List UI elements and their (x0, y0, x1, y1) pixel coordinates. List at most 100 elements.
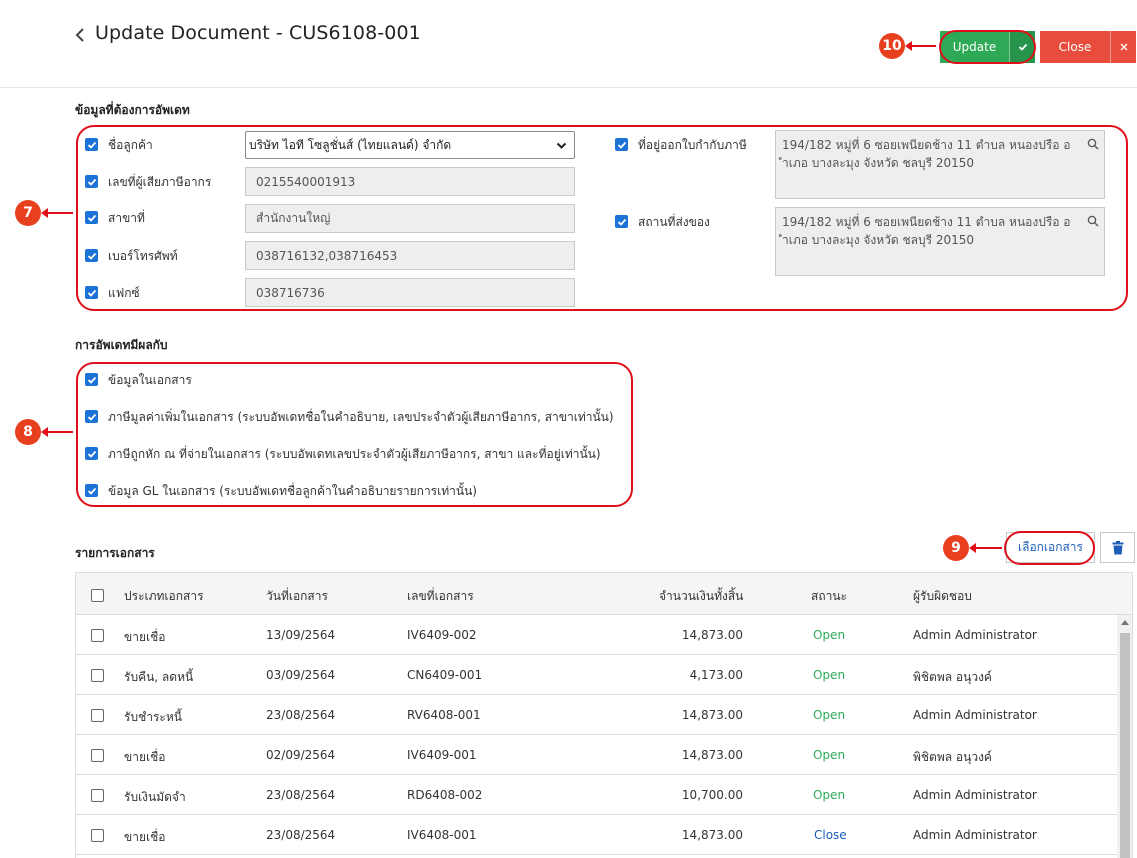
label-customer-name: ชื่อลูกค้า (108, 138, 153, 152)
cell-owner: Admin Administrator (913, 628, 1037, 642)
cell-doc-no: IV6409-001 (407, 748, 477, 762)
cell-doc-type: รับเงินมัดจำ (124, 790, 186, 804)
scrollbar-thumb[interactable] (1120, 633, 1130, 858)
cell-doc-type: รับคืน, ลดหนี้ (124, 670, 194, 684)
close-button[interactable]: Close (1040, 31, 1110, 63)
check-icon (617, 141, 626, 149)
check-icon (87, 487, 96, 495)
table-row[interactable]: ขายเชื่อ 02/09/2564 IV6409-001 14,873.00… (76, 735, 1117, 775)
check-icon (87, 214, 96, 222)
table-row[interactable]: ขายเชื่อ 13/09/2564 IV6409-002 14,873.00… (76, 615, 1117, 655)
checkbox-effect-document[interactable] (85, 373, 98, 386)
cell-doc-no: RV6408-001 (407, 708, 481, 722)
checkbox-ship-address[interactable] (615, 215, 628, 228)
table-row[interactable]: รับเงินมัดจำ 23/08/2564 RD6408-002 10,70… (76, 775, 1117, 815)
cell-doc-date: 23/08/2564 (266, 828, 336, 842)
label-phone: เบอร์โทรศัพท์ (108, 249, 178, 263)
table-row[interactable]: ขายเชื่อ 23/08/2564 IV6408-001 14,873.00… (76, 815, 1117, 855)
row-checkbox[interactable] (91, 629, 104, 642)
cell-amount: 14,873.00 (681, 828, 743, 842)
cell-doc-type: รับชำระหนี้ (124, 710, 182, 724)
ship-address-line2: ำเภอ บางละมุง จังหวัด ชลบุรี 20150 (782, 233, 975, 247)
callout-arrow-7 (41, 208, 73, 218)
table-scrollbar[interactable] (1117, 615, 1132, 858)
close-button-group: Close (1040, 31, 1136, 63)
row-checkbox[interactable] (91, 709, 104, 722)
check-icon (87, 141, 96, 149)
search-icon[interactable] (1087, 215, 1099, 227)
cell-doc-date: 23/08/2564 (266, 708, 336, 722)
table-row[interactable]: รับคืน, ลดหนี้ 03/09/2564 CN6409-001 4,1… (76, 655, 1117, 695)
checkbox-phone[interactable] (85, 249, 98, 262)
checkbox-tax-id[interactable] (85, 175, 98, 188)
cell-status: Open (813, 708, 846, 722)
row-checkbox[interactable] (91, 669, 104, 682)
checkbox-customer-name[interactable] (85, 138, 98, 151)
section-title-update-fields: ข้อมูลที่ต้องการอัพเดท (75, 103, 190, 117)
cell-owner: พิชิตพล อนุวงค์ (913, 750, 992, 764)
cell-owner: Admin Administrator (913, 708, 1037, 722)
tax-address-line2: ำเภอ บางละมุง จังหวัด ชลบุรี 20150 (782, 156, 975, 170)
label-effect-wht: ภาษีถูกหัก ณ ที่จ่ายในเอกสาร (ระบบอัพเดท… (108, 447, 601, 461)
checkbox-fax[interactable] (85, 286, 98, 299)
row-checkbox[interactable] (91, 829, 104, 842)
documents-table: ประเภทเอกสาร วันที่เอกสาร เลขที่เอกสาร จ… (75, 572, 1133, 858)
check-icon (87, 413, 96, 421)
chevron-left-icon[interactable] (74, 27, 86, 43)
tax-address-field[interactable]: 194/182 หมู่ที่ 6 ซอยเพนียดช้าง 11 ตำบล … (775, 130, 1105, 199)
col-owner: ผู้รับผิดชอบ (913, 589, 972, 603)
col-doc-no: เลขที่เอกสาร (407, 589, 474, 603)
ship-address-field[interactable]: 194/182 หมู่ที่ 6 ซอยเพนียดช้าง 11 ตำบล … (775, 207, 1105, 276)
callout-arrow-8 (41, 427, 73, 437)
cell-status: Open (813, 628, 846, 642)
highlight-update (939, 30, 1036, 64)
checkbox-effect-gl[interactable] (85, 484, 98, 497)
customer-select[interactable]: บริษัท ไอที โซลูชั่นส์ (ไทยแลนด์) จำกัด (245, 131, 575, 159)
callout-9: 9 (943, 535, 969, 561)
checkbox-tax-address[interactable] (615, 138, 628, 151)
label-ship-address: สถานที่ส่งของ (638, 215, 710, 229)
page-title: Update Document - CUS6108-001 (95, 22, 421, 44)
label-branch: สาขาที่ (108, 211, 145, 225)
label-tax-address: ที่อยู่ออกใบกำกับภาษี (638, 138, 747, 152)
callout-10: 10 (879, 33, 905, 59)
chevron-down-icon (556, 142, 567, 149)
tax-address-line1: 194/182 หมู่ที่ 6 ซอยเพนียดช้าง 11 ตำบล … (782, 138, 1071, 152)
cell-doc-date: 02/09/2564 (266, 748, 336, 762)
cell-doc-type: ขายเชื่อ (124, 630, 166, 644)
row-checkbox[interactable] (91, 789, 104, 802)
col-status: สถานะ (811, 589, 847, 603)
cell-status: Open (813, 748, 846, 762)
phone-field: 038716132,038716453 (245, 241, 575, 270)
checkbox-branch[interactable] (85, 211, 98, 224)
scroll-up-icon[interactable] (1121, 620, 1129, 625)
callout-arrow-10 (905, 41, 936, 51)
table-header: ประเภทเอกสาร วันที่เอกสาร เลขที่เอกสาร จ… (76, 573, 1132, 615)
cell-doc-no: CN6409-001 (407, 668, 483, 682)
search-icon[interactable] (1087, 138, 1099, 150)
col-doc-date: วันที่เอกสาร (266, 589, 328, 603)
checkbox-effect-vat[interactable] (85, 410, 98, 423)
branch-field: สำนักงานใหญ่ (245, 204, 575, 233)
delete-button[interactable] (1100, 532, 1135, 563)
check-icon (617, 218, 626, 226)
cell-amount: 14,873.00 (681, 748, 743, 762)
table-row[interactable]: รับชำระหนี้ 23/08/2564 RV6408-001 14,873… (76, 695, 1117, 735)
cell-doc-no: IV6409-002 (407, 628, 477, 642)
checkbox-effect-wht[interactable] (85, 447, 98, 460)
section-title-documents: รายการเอกสาร (75, 546, 155, 560)
ship-address-line1: 194/182 หมู่ที่ 6 ซอยเพนียดช้าง 11 ตำบล … (782, 215, 1071, 229)
cell-doc-date: 13/09/2564 (266, 628, 336, 642)
checkbox-select-all[interactable] (91, 589, 104, 602)
x-icon (1120, 43, 1127, 51)
cell-doc-date: 03/09/2564 (266, 668, 336, 682)
cell-amount: 14,873.00 (681, 628, 743, 642)
fax-field: 038716736 (245, 278, 575, 307)
tax-id-field: 0215540001913 (245, 167, 575, 196)
highlight-select-document (1004, 531, 1095, 565)
trash-icon (1112, 540, 1123, 554)
close-x-button[interactable] (1110, 31, 1136, 63)
cell-amount: 14,873.00 (681, 708, 743, 722)
callout-8: 8 (15, 419, 41, 445)
row-checkbox[interactable] (91, 749, 104, 762)
